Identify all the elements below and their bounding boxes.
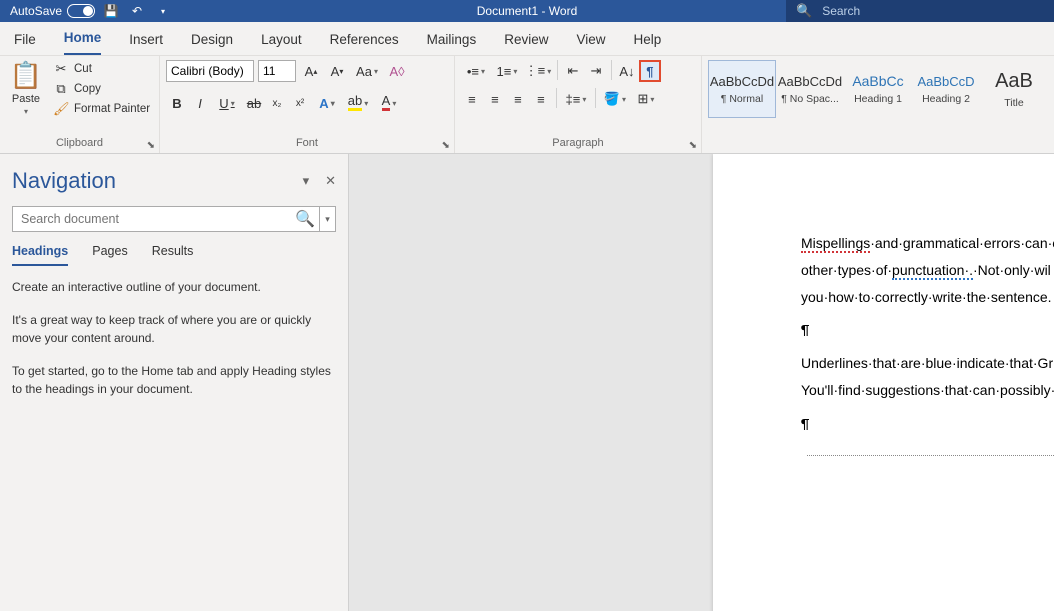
format-painter-button[interactable]: 🖌Format Painter xyxy=(50,100,153,118)
multilevel-list-button[interactable]: ⋮≡ xyxy=(523,60,553,82)
search-placeholder: Search xyxy=(822,4,860,18)
nav-search-dropdown[interactable]: ▾ xyxy=(319,207,335,231)
menu-tabs: File Home Insert Design Layout Reference… xyxy=(0,22,1054,56)
shading-button[interactable]: 🪣 xyxy=(600,88,630,110)
style-heading-1[interactable]: AaBbCc Heading 1 xyxy=(844,60,912,118)
shrink-font-button[interactable]: A▾ xyxy=(326,60,348,82)
pilcrow-1: ¶ xyxy=(801,319,1054,342)
paintbrush-icon: 🖌 xyxy=(53,101,69,117)
copy-button[interactable]: ⧉Copy xyxy=(50,80,153,98)
autosave-toggle[interactable]: AutoSave xyxy=(10,4,95,18)
style-normal[interactable]: AaBbCcDd ¶ Normal xyxy=(708,60,776,118)
nav-close-icon[interactable]: ✕ xyxy=(325,173,336,189)
clipboard-dialog-launcher[interactable]: ⬊ xyxy=(147,140,155,151)
style-no-spacing[interactable]: AaBbCcDd ¶ No Spac... xyxy=(776,60,844,118)
grow-font-button[interactable]: A▴ xyxy=(300,60,322,82)
navigation-title: Navigation xyxy=(12,168,116,194)
doc-line-2: other·types·of·punctuation·.·Not·only·wi… xyxy=(801,259,1054,282)
underline-button[interactable]: U xyxy=(212,92,242,114)
font-color-button[interactable]: A xyxy=(374,92,404,114)
line-spacing-button[interactable]: ‡≡ xyxy=(561,88,591,110)
change-case-button[interactable]: Aa xyxy=(352,60,382,82)
tab-layout[interactable]: Layout xyxy=(261,32,302,55)
cut-button[interactable]: ✂Cut xyxy=(50,60,153,78)
superscript-button[interactable]: x² xyxy=(289,92,311,114)
paragraph-group-label: Paragraph xyxy=(461,137,695,151)
save-icon[interactable]: 💾 xyxy=(101,1,121,21)
tab-mailings[interactable]: Mailings xyxy=(427,32,477,55)
style-heading-2[interactable]: AaBbCcD Heading 2 xyxy=(912,60,980,118)
tab-references[interactable]: References xyxy=(330,32,399,55)
align-left-button[interactable]: ≡ xyxy=(461,88,483,110)
chevron-down-icon: ▾ xyxy=(24,107,28,116)
pilcrow-2: ¶ xyxy=(801,413,1054,436)
nav-dropdown-icon[interactable]: ▾ xyxy=(303,173,310,189)
font-dialog-launcher[interactable]: ⬊ xyxy=(442,140,450,151)
align-center-button[interactable]: ≡ xyxy=(484,88,506,110)
doc-line-4: Underlines·that·are·blue·indicate·that·G… xyxy=(801,352,1054,375)
doc-line-1: Mispellings·and·grammatical·errors·can·e xyxy=(801,232,1054,255)
scissors-icon: ✂ xyxy=(53,61,69,77)
bold-button[interactable]: B xyxy=(166,92,188,114)
redo-icon[interactable]: ▾ xyxy=(153,1,173,21)
tab-home[interactable]: Home xyxy=(64,30,102,55)
page-break: Page Break¶ xyxy=(801,446,1054,466)
toggle-switch-icon xyxy=(67,4,95,18)
strikethrough-button[interactable]: ab xyxy=(243,92,265,114)
page: Mispellings·and·grammatical·errors·can·e… xyxy=(713,154,1054,611)
clipboard-icon: 📋 xyxy=(10,60,42,91)
document-area[interactable]: Mispellings·and·grammatical·errors·can·e… xyxy=(349,154,1054,611)
doc-line-3: you·how·to·correctly·write·the·sentence. xyxy=(801,286,1054,309)
tab-view[interactable]: View xyxy=(576,32,605,55)
nav-body-line-2: It's a great way to keep track of where … xyxy=(12,311,336,348)
justify-button[interactable]: ≡ xyxy=(530,88,552,110)
italic-button[interactable]: I xyxy=(189,92,211,114)
nav-tab-pages[interactable]: Pages xyxy=(92,244,127,266)
nav-search-input[interactable] xyxy=(13,207,291,231)
ribbon: 📋 Paste ▾ ✂Cut ⧉Copy 🖌Format Painter Cli… xyxy=(0,56,1054,154)
nav-tab-headings[interactable]: Headings xyxy=(12,244,68,266)
paragraph-dialog-launcher[interactable]: ⬊ xyxy=(689,140,697,151)
highlight-button[interactable]: ab xyxy=(343,92,373,114)
copy-icon: ⧉ xyxy=(53,81,69,97)
clipboard-group-label: Clipboard xyxy=(6,137,153,151)
search-icon: 🔍 xyxy=(796,3,812,19)
tab-review[interactable]: Review xyxy=(504,32,548,55)
nav-search[interactable]: 🔍 ▾ xyxy=(12,206,336,232)
tab-help[interactable]: Help xyxy=(634,32,662,55)
tab-file[interactable]: File xyxy=(14,32,36,55)
tab-insert[interactable]: Insert xyxy=(129,32,163,55)
bullets-button[interactable]: •≡ xyxy=(461,60,491,82)
text-effects-button[interactable]: A xyxy=(312,92,342,114)
autosave-label: AutoSave xyxy=(10,4,62,18)
subscript-button[interactable]: x₂ xyxy=(266,92,288,114)
style-title[interactable]: AaB Title xyxy=(980,60,1048,118)
font-name-select[interactable] xyxy=(166,60,254,82)
nav-tab-results[interactable]: Results xyxy=(152,244,194,266)
nav-search-button[interactable]: 🔍 xyxy=(291,207,319,231)
paste-button[interactable]: 📋 Paste ▾ xyxy=(6,60,46,116)
sort-button[interactable]: A↓ xyxy=(616,60,638,82)
increase-indent-button[interactable]: ⇥ xyxy=(585,60,607,82)
borders-button[interactable]: ⊞ xyxy=(631,88,661,110)
clear-formatting-button[interactable]: A◊ xyxy=(386,60,408,82)
nav-body-line-1: Create an interactive outline of your do… xyxy=(12,278,336,297)
tab-design[interactable]: Design xyxy=(191,32,233,55)
show-paragraph-marks-button[interactable]: ¶ xyxy=(639,60,661,82)
font-group-label: Font xyxy=(166,137,448,151)
decrease-indent-button[interactable]: ⇤ xyxy=(562,60,584,82)
align-right-button[interactable]: ≡ xyxy=(507,88,529,110)
navigation-pane: Navigation ▾ ✕ 🔍 ▾ Headings Pages Result… xyxy=(0,154,349,611)
nav-body-line-3: To get started, go to the Home tab and a… xyxy=(12,362,336,399)
numbering-button[interactable]: 1≡ xyxy=(492,60,522,82)
search-bar[interactable]: 🔍 Search xyxy=(786,0,1054,22)
document-title: Document1 - Word xyxy=(477,4,577,18)
undo-icon[interactable]: ↶ xyxy=(127,1,147,21)
doc-line-5: You'll·find·suggestions·that·can·possibl… xyxy=(801,379,1054,402)
font-size-select[interactable] xyxy=(258,60,296,82)
